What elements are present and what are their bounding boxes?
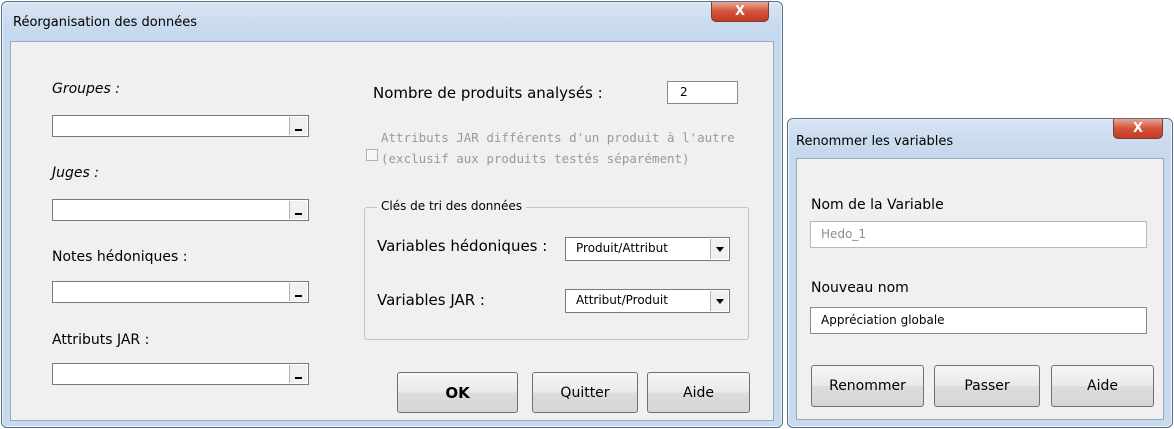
range-select-icon[interactable] <box>289 201 307 219</box>
dialog-titlebar[interactable]: Réorganisation des données <box>2 2 782 42</box>
variables-hedoniques-value: Produit/Attribut <box>576 241 668 255</box>
dialog-title: Réorganisation des données <box>13 15 197 30</box>
attributs-jar-label: Attributs JAR : <box>52 332 150 348</box>
jar-different-label-line2: (exclusif aux produits testés séparément… <box>381 151 690 166</box>
range-select-icon[interactable] <box>289 365 307 383</box>
renommer-dialog: Renommer les variables X Nom de la Varia… <box>787 118 1173 428</box>
notes-hedoniques-label: Notes hédoniques : <box>52 249 188 265</box>
aide-button[interactable]: Aide <box>1051 365 1154 407</box>
quitter-button-label: Quitter <box>560 384 610 401</box>
passer-button-label: Passer <box>964 378 1010 394</box>
groupes-input[interactable] <box>52 115 309 137</box>
nombre-produits-label: Nombre de produits analysés : <box>373 84 603 102</box>
dialog-client-area: Groupes : Juges : Notes hédoniques : Att… <box>10 41 774 421</box>
aide-button-label: Aide <box>1087 378 1118 394</box>
range-select-icon[interactable] <box>289 117 307 135</box>
aide-button[interactable]: Aide <box>647 372 750 413</box>
passer-button[interactable]: Passer <box>934 365 1040 407</box>
nombre-produits-input[interactable]: 2 <box>667 81 738 104</box>
ok-button-label: OK <box>445 383 470 402</box>
close-button[interactable]: X <box>1113 119 1163 139</box>
reorganisation-dialog: Réorganisation des données X Groupes : J… <box>1 1 783 428</box>
variables-jar-select[interactable]: Attribut/Produit <box>565 289 730 313</box>
variables-jar-value: Attribut/Produit <box>576 293 668 307</box>
ok-button[interactable]: OK <box>397 372 518 413</box>
nom-variable-input[interactable]: Hedo_1 <box>810 221 1147 248</box>
variables-jar-label: Variables JAR : <box>377 291 485 309</box>
close-icon: X <box>1132 121 1144 136</box>
jar-different-label-line1: Attributs JAR différents d'un produit à … <box>381 130 735 145</box>
notes-hedoniques-input[interactable] <box>52 281 309 303</box>
range-select-icon[interactable] <box>289 283 307 301</box>
groupes-label: Groupes : <box>52 81 121 97</box>
renommer-button[interactable]: Renommer <box>811 365 924 407</box>
quitter-button[interactable]: Quitter <box>532 372 638 413</box>
chevron-down-icon[interactable] <box>710 239 728 259</box>
attributs-jar-input[interactable] <box>52 363 309 385</box>
variables-hedoniques-label: Variables hédoniques : <box>377 237 548 255</box>
tri-frame-title: Clés de tri des données <box>377 199 527 213</box>
aide-button-label: Aide <box>683 384 714 401</box>
chevron-down-icon[interactable] <box>710 291 728 311</box>
dialog-client-area: Nom de la Variable Hedo_1 Nouveau nom Ap… <box>796 158 1164 420</box>
dialog-title: Renommer les variables <box>796 134 954 149</box>
tri-frame <box>364 207 749 340</box>
renommer-button-label: Renommer <box>829 378 906 394</box>
nom-variable-label: Nom de la Variable <box>811 197 944 213</box>
variables-hedoniques-select[interactable]: Produit/Attribut <box>565 237 730 261</box>
close-icon: X <box>734 4 746 19</box>
close-button[interactable]: X <box>711 2 769 22</box>
juges-input[interactable] <box>52 199 309 221</box>
juges-label: Juges : <box>52 165 99 181</box>
nouveau-nom-input[interactable]: Appréciation globale <box>810 307 1147 334</box>
jar-different-checkbox[interactable] <box>366 149 378 161</box>
nouveau-nom-label: Nouveau nom <box>811 280 909 296</box>
